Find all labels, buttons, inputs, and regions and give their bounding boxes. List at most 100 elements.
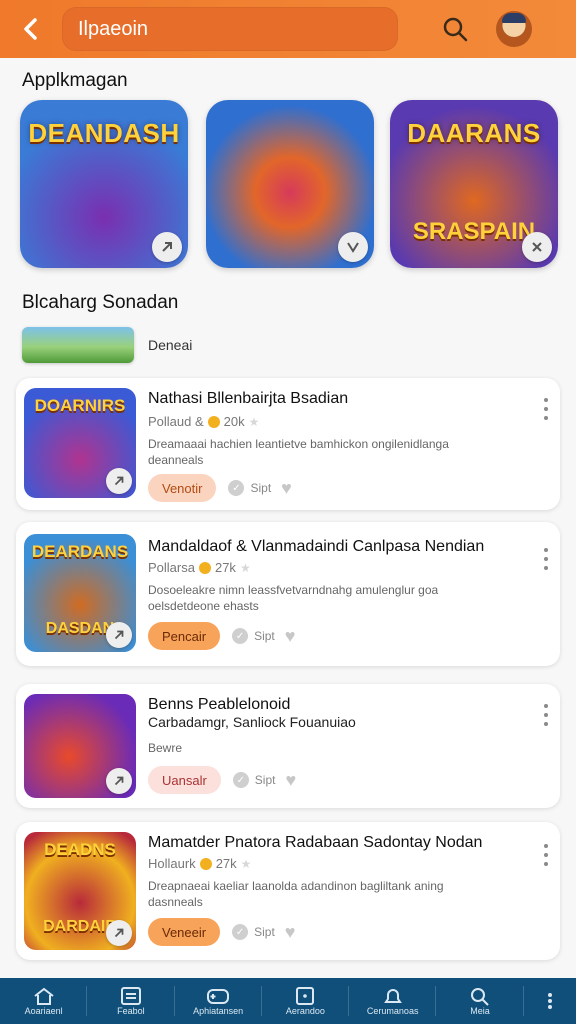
coin-icon [207, 415, 220, 428]
featured-card-title: DEANDASH [28, 118, 180, 148]
mini-banner-row[interactable]: Deneai [22, 326, 554, 364]
home-icon [34, 987, 54, 1005]
publisher-label: Pollaud & [148, 414, 204, 429]
top-bar: Ilpaeoin [0, 0, 576, 58]
app-description: Dosoeleakre nimn leassfvetvarndnahg amul… [148, 583, 439, 613]
primary-action-button[interactable]: Veneeir [148, 918, 221, 946]
save-label[interactable]: Sipt [255, 773, 276, 787]
box-icon [296, 987, 315, 1005]
app-title: Nathasi Bllenbairjta Bsadian [148, 390, 349, 407]
search-input-text: Ilpaeoin [78, 17, 149, 40]
list-item[interactable]: DOARNIRS Nathasi Bllenbairjta Bsadian Po… [16, 378, 560, 510]
nav-label: Cerumanoas [366, 1006, 419, 1016]
check-icon[interactable] [232, 628, 249, 644]
more-options-icon[interactable] [542, 398, 550, 420]
featured-card-title: DAARANS [407, 118, 541, 148]
more-options-icon[interactable] [542, 844, 550, 866]
card-actions: Uansalr Sipt ♥ [148, 766, 296, 794]
app-thumbnail: DOARNIRS [24, 388, 136, 498]
nav-item-more[interactable] [524, 978, 576, 1024]
primary-action-button[interactable]: Pencair [148, 622, 221, 650]
app-subtitle: Carbadamgr, Sanliock Fouanuiao [148, 714, 356, 730]
featured-card-2[interactable] [206, 100, 374, 268]
badge-icon [106, 622, 132, 648]
coin-icon [198, 561, 211, 574]
app-meta: Pollaud & 20k ★ [148, 414, 259, 429]
heart-icon[interactable]: ♥ [285, 770, 296, 791]
app-title: Mandaldaof & Vlanmadaindi Canlpasa Nendi… [148, 538, 485, 555]
star-icon: ★ [239, 560, 251, 575]
primary-action-button[interactable]: Uansalr [148, 766, 221, 794]
badge-icon [106, 768, 132, 794]
search-input[interactable]: Ilpaeoin [62, 7, 398, 51]
check-icon[interactable] [232, 924, 249, 940]
primary-action-button[interactable]: Venotir [148, 474, 217, 502]
list-item[interactable]: DEARDANS DASDAN Mandaldaof & Vlanmadaind… [16, 522, 560, 666]
bottom-navigation: Aoariaenl Feabol Aphiatansen Aerandoo Ce… [0, 978, 576, 1024]
more-options-icon[interactable] [542, 704, 550, 726]
card-actions: Pencair Sipt ♥ [148, 622, 295, 650]
app-meta: Pollarsa 27k ★ [148, 560, 251, 575]
save-label[interactable]: Sipt [250, 481, 271, 495]
save-label[interactable]: Sipt [254, 925, 275, 939]
save-label[interactable]: Sipt [254, 629, 275, 643]
app-description: Dreapnaeai kaeliar laanolda adandinon ba… [148, 879, 444, 909]
nav-item-box[interactable]: Aerandoo [262, 978, 350, 1024]
list-item[interactable]: Benns Peablelonoid Carbadamgr, Sanliock … [16, 684, 560, 808]
nav-item-feed[interactable]: Feabol [87, 978, 175, 1024]
heart-icon[interactable]: ♥ [281, 478, 292, 499]
badge-icon [106, 920, 132, 946]
heart-icon[interactable]: ♥ [285, 626, 296, 647]
featured-card-1[interactable]: DEANDASH [20, 100, 188, 268]
nav-label: Aphiatansen [193, 1006, 244, 1016]
mini-banner-label: Deneai [148, 337, 193, 353]
search-button[interactable] [438, 12, 472, 46]
badge-icon [152, 232, 182, 262]
search-icon [443, 17, 468, 42]
card-actions: Venotir Sipt ♥ [148, 474, 292, 502]
featured-carousel: DEANDASH DAARANS SRASPAIN [20, 100, 560, 270]
thumbnail-title: DOARNIRS [34, 396, 126, 415]
badge-icon [338, 232, 368, 262]
bell-icon [383, 989, 402, 1003]
more-options-icon[interactable] [542, 548, 550, 570]
rating-count: 20k [223, 414, 245, 429]
rating-count: 27k [215, 856, 237, 871]
back-button[interactable] [14, 12, 48, 46]
heart-icon[interactable]: ♥ [285, 922, 296, 943]
nav-item-search[interactable]: Meia [436, 978, 524, 1024]
nav-label: Aerandoo [285, 1006, 325, 1016]
nav-item-apps[interactable]: Aphiatansen [175, 978, 263, 1024]
mini-banner-thumbnail [22, 327, 134, 363]
featured-card-3[interactable]: DAARANS SRASPAIN [390, 100, 558, 268]
nav-item-home[interactable]: Aoariaenl [0, 978, 88, 1024]
nav-label: Aoariaenl [24, 1006, 63, 1016]
section-title-list: Blcaharg Sonadan [22, 292, 179, 313]
list-icon [120, 987, 141, 1005]
star-icon: ★ [248, 414, 260, 429]
app-thumbnail: DEARDANS DASDAN [24, 534, 136, 652]
app-title: Benns Peablelonoid [148, 696, 291, 713]
app-description: Dreamaaai hachien leantietve bamhickon o… [148, 437, 449, 467]
check-icon[interactable] [232, 772, 249, 788]
thumbnail-title: DEADNS [44, 840, 116, 859]
thumbnail-title: DEARDANS [31, 542, 129, 561]
publisher-label: Pollarsa [148, 560, 195, 575]
card-actions: Veneeir Sipt ♥ [148, 918, 295, 946]
back-chevron-icon [24, 18, 37, 40]
section-title-featured: Applkmagan [22, 70, 128, 91]
more-vertical-icon [547, 993, 552, 1009]
app-thumbnail [24, 694, 136, 798]
gamepad-icon [207, 989, 230, 1004]
badge-icon [106, 468, 132, 494]
coin-icon [199, 857, 212, 870]
app-description: Bewre [148, 741, 183, 755]
check-icon[interactable] [228, 480, 245, 496]
list-item[interactable]: DEADNS DARDAIR Mamatder Pnatora Radabaan… [16, 822, 560, 960]
app-meta: Hollaurk 27k ★ [148, 856, 251, 871]
avatar[interactable] [496, 11, 532, 47]
nav-label: Feabol [117, 1006, 145, 1016]
nav-item-notifications[interactable]: Cerumanoas [349, 978, 437, 1024]
search-icon [470, 988, 489, 1006]
nav-label: Meia [470, 1006, 490, 1016]
